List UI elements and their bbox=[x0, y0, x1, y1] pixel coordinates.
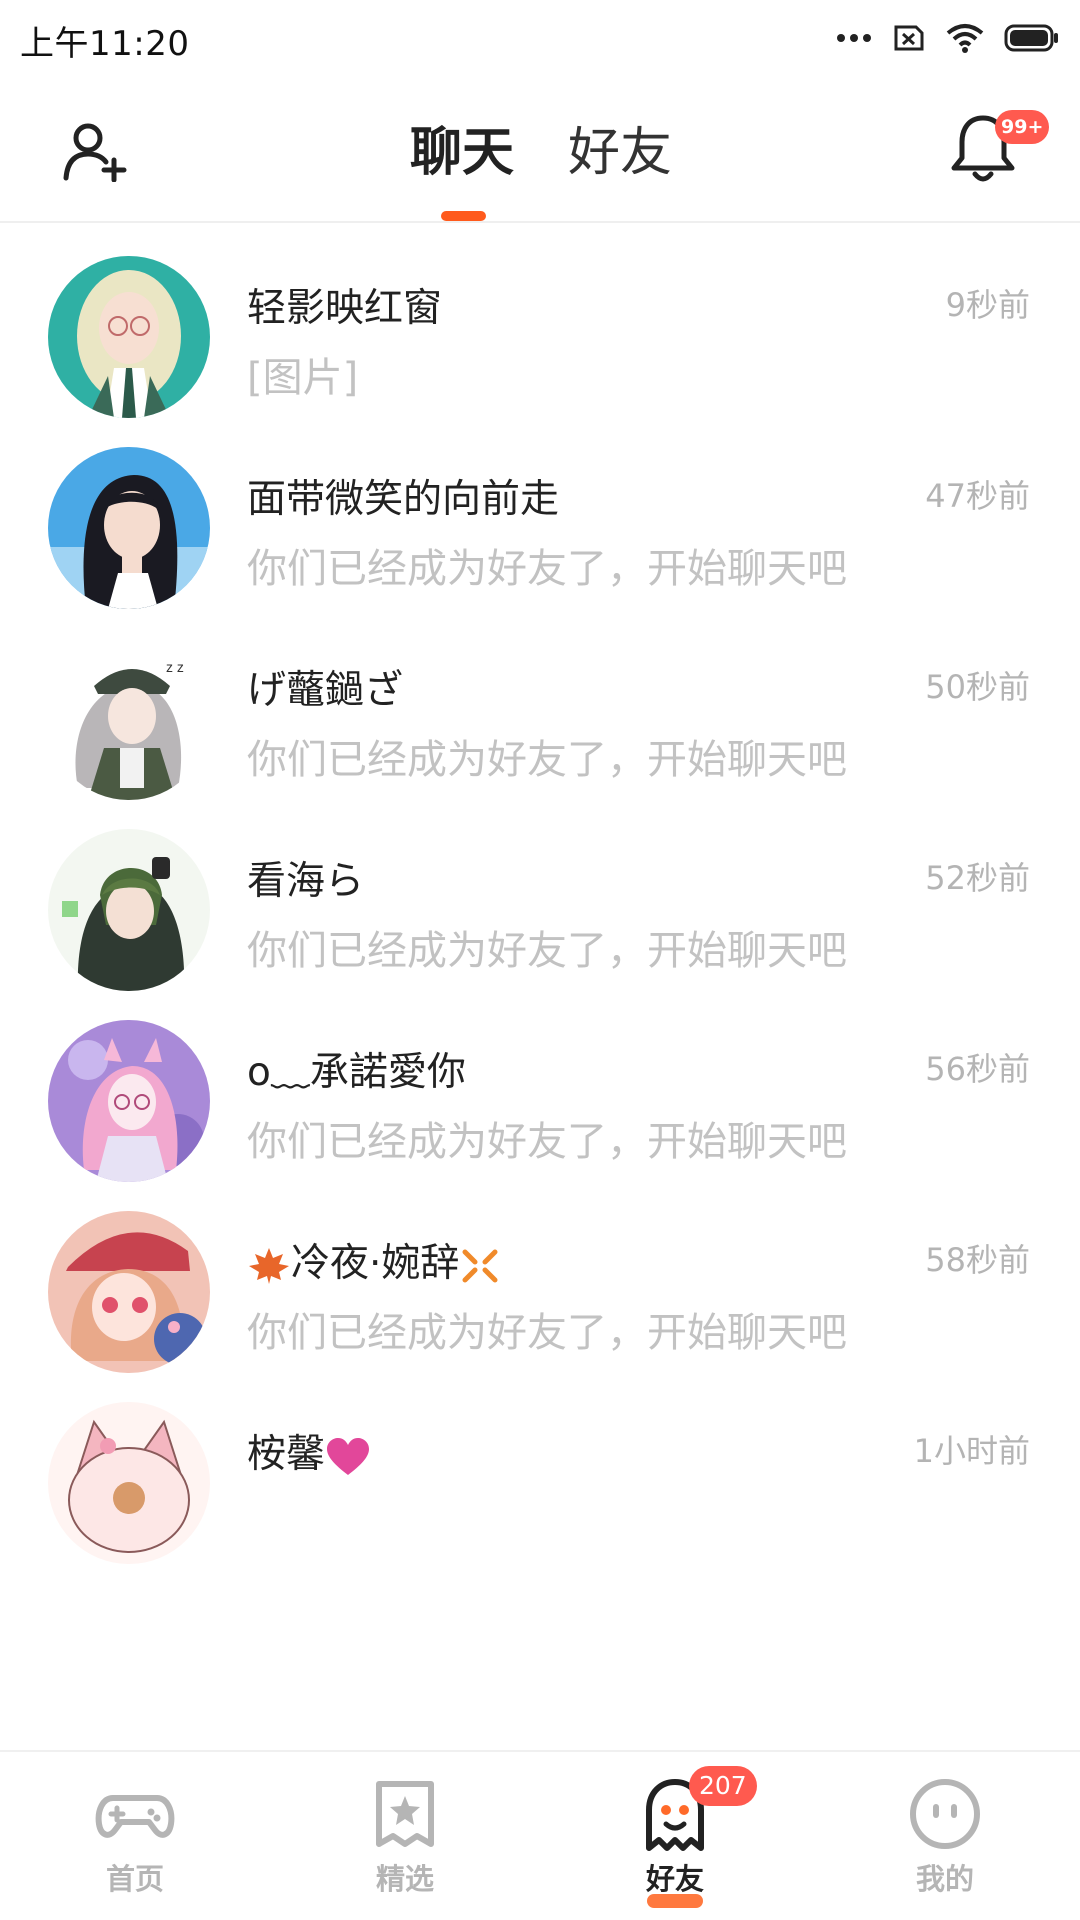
star-bookmark-icon bbox=[376, 1781, 434, 1847]
avatar bbox=[48, 256, 210, 418]
chat-time: 9秒前 bbox=[945, 286, 1030, 324]
smiley-face-icon bbox=[910, 1779, 980, 1849]
status-time: 上午11:20 bbox=[20, 24, 190, 64]
nav-label: 我的 bbox=[915, 1862, 974, 1896]
chat-time: 47秒前 bbox=[925, 477, 1030, 515]
top-header: 聊天 好友 99+ bbox=[0, 80, 1080, 223]
active-nav-indicator bbox=[647, 1894, 703, 1908]
no-sim-icon bbox=[894, 25, 924, 51]
chat-time: 52秒前 bbox=[925, 859, 1030, 897]
chat-name: 看海ら bbox=[247, 859, 365, 904]
nav-label: 好友 bbox=[645, 1862, 704, 1896]
nav-label: 首页 bbox=[105, 1862, 164, 1896]
tab-friends[interactable]: 好友 bbox=[568, 120, 672, 186]
nav-label: 精选 bbox=[375, 1862, 434, 1896]
chat-list: 轻影映红窗 9秒前 [图片] 面带微笑的向前走 47秒前 你们已经成为好友了，开… bbox=[0, 225, 1080, 1750]
chat-name: 桉馨 bbox=[247, 1423, 371, 1479]
avatar bbox=[48, 1020, 210, 1182]
chat-last-message: 你们已经成为好友了，开始聊天吧 bbox=[247, 1119, 847, 1165]
nav-home[interactable]: 首页 bbox=[45, 1752, 225, 1920]
battery-icon bbox=[1004, 24, 1058, 52]
heart-icon bbox=[327, 1437, 370, 1475]
nav-profile[interactable]: 我的 bbox=[855, 1752, 1035, 1920]
avatar bbox=[48, 447, 210, 609]
avatar: z z bbox=[48, 638, 210, 800]
chat-last-message: 你们已经成为好友了，开始聊天吧 bbox=[247, 546, 847, 592]
chat-name: げ虌鐹ざ bbox=[247, 668, 404, 713]
wifi-icon bbox=[946, 24, 984, 53]
avatar bbox=[48, 1402, 210, 1564]
status-bar: 上午11:20 bbox=[0, 0, 1080, 80]
chat-last-message: 你们已经成为好友了，开始聊天吧 bbox=[247, 928, 847, 974]
chat-name-text: 冷夜·婉辞 bbox=[291, 1241, 460, 1286]
chat-name: 面带微笑的向前走 bbox=[247, 477, 560, 522]
gamepad-icon bbox=[95, 1795, 175, 1838]
bottom-navigation: 首页 精选 207 好友 我的 bbox=[0, 1750, 1080, 1920]
chat-time: 56秒前 bbox=[925, 1050, 1030, 1088]
anger-symbol-icon bbox=[462, 1249, 498, 1282]
svg-text:z z: z z bbox=[166, 659, 184, 675]
tab-chat[interactable]: 聊天 bbox=[410, 120, 514, 186]
friends-badge: 207 bbox=[689, 1766, 757, 1806]
chat-tabs: 聊天 好友 bbox=[0, 80, 1080, 223]
chat-time: 1小时前 bbox=[913, 1432, 1030, 1470]
chat-name-text: 桉馨 bbox=[247, 1432, 326, 1477]
chat-time: 58秒前 bbox=[925, 1241, 1030, 1279]
notification-badge: 99+ bbox=[995, 110, 1050, 144]
nav-friends[interactable]: 207 好友 bbox=[585, 1752, 765, 1920]
chat-name: o﹏承諾愛你 bbox=[247, 1050, 466, 1095]
more-dots-icon bbox=[837, 34, 871, 42]
maple-leaf-icon bbox=[249, 1247, 289, 1284]
chat-last-message: 你们已经成为好友了，开始聊天吧 bbox=[247, 1310, 847, 1356]
chat-name: 冷夜·婉辞 bbox=[247, 1232, 501, 1288]
chat-row[interactable]: 桉馨 1小时前 bbox=[0, 1371, 1080, 1605]
nav-featured[interactable]: 精选 bbox=[315, 1752, 495, 1920]
chat-time: 50秒前 bbox=[925, 668, 1030, 706]
chat-last-message: 你们已经成为好友了，开始聊天吧 bbox=[247, 737, 847, 783]
status-icons bbox=[836, 18, 1060, 58]
chat-last-message: [图片] bbox=[247, 355, 359, 401]
active-tab-indicator bbox=[441, 211, 486, 221]
avatar bbox=[48, 829, 210, 991]
avatar bbox=[48, 1211, 210, 1373]
chat-name: 轻影映红窗 bbox=[247, 286, 443, 331]
